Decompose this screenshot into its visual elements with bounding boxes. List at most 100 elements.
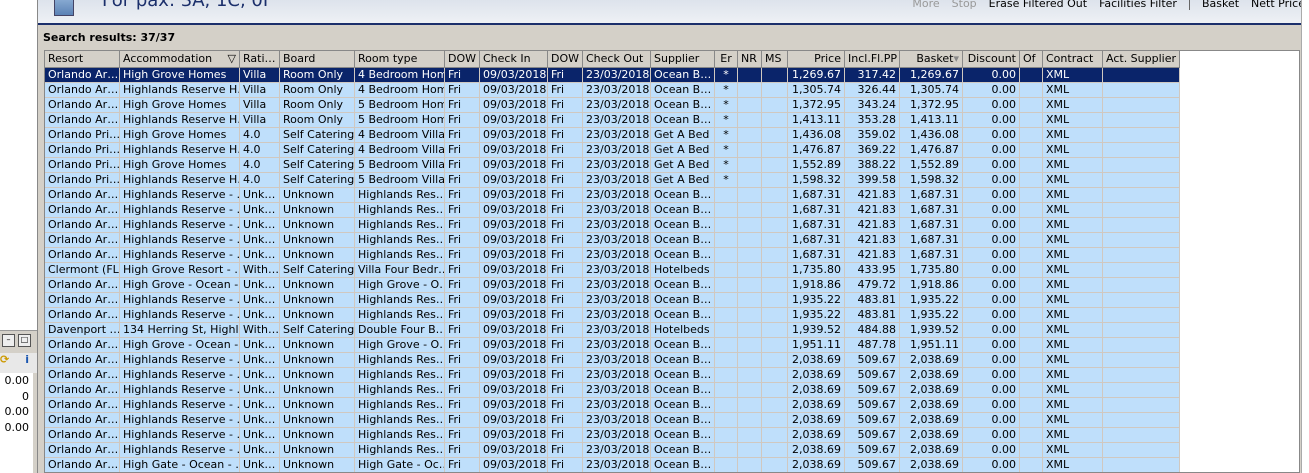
stop-button[interactable]: Stop	[952, 0, 977, 10]
table-row[interactable]: Orlando Ar… Highlands Reserve - … Unk… Unkn…	[45, 203, 1299, 218]
info-icon[interactable]: i	[25, 353, 29, 373]
table-row[interactable]: Orlando Ar… Highlands Reserve - … Unk… Unkn…	[45, 428, 1299, 443]
table-row[interactable]: Orlando Ar… High Grove Homes Villa Room Onl…	[45, 98, 1299, 113]
cell-room-type: Double Four B…	[355, 323, 445, 338]
table-row[interactable]: Orlando Ar… Highlands Reserve - … Unk… Unkn…	[45, 308, 1299, 323]
facilities-filter-button[interactable]: Facilities Filter	[1099, 0, 1177, 10]
minimize-button[interactable]: –	[2, 334, 15, 347]
cell-price: 2,038.69	[788, 353, 845, 368]
cell-check-out: 23/03/2018	[583, 353, 651, 368]
column-header-contract[interactable]: Contract	[1043, 51, 1103, 68]
cell-supplier: Ocean B…	[651, 293, 715, 308]
cell-nr	[738, 458, 762, 472]
table-row[interactable]: Orlando Ar… Highlands Reserve H… Villa Room…	[45, 83, 1299, 98]
refresh-icon[interactable]: ⟳	[0, 353, 9, 373]
table-row[interactable]: Orlando Ar… Highlands Reserve - … Unk… Unkn…	[45, 293, 1299, 308]
cell-price: 1,687.31	[788, 203, 845, 218]
cell-resort: Clermont (FL)	[45, 263, 120, 278]
column-header-resort[interactable]: Resort	[45, 51, 120, 68]
column-header-supplier[interactable]: Supplier	[651, 51, 715, 68]
filter-icon[interactable]: ▽	[228, 51, 236, 67]
column-header-act-supplier[interactable]: Act. Supplier	[1103, 51, 1180, 68]
column-header-of[interactable]: Of	[1020, 51, 1043, 68]
table-row[interactable]: Orlando Pri… High Grove Homes 4.0 Self Cate…	[45, 158, 1299, 173]
column-header-board[interactable]: Board	[280, 51, 355, 68]
table-row[interactable]: Orlando Ar… Highlands Reserve - … Unk… Unkn…	[45, 413, 1299, 428]
cell-supplier: Ocean B…	[651, 218, 715, 233]
cell-resort: Orlando Pri…	[45, 128, 120, 143]
table-row[interactable]: Orlando Pri… Highlands Reserve H… 4.0 Self …	[45, 173, 1299, 188]
table-row[interactable]: Orlando Ar… Highlands Reserve - … Unk… Unkn…	[45, 248, 1299, 263]
column-header-basket[interactable]: Basket▾	[900, 51, 963, 68]
toolbar-separator	[1188, 0, 1190, 10]
table-row[interactable]: Orlando Ar… High Grove - Ocean -… Unk… Unkn…	[45, 278, 1299, 293]
maximize-button[interactable]: □	[18, 334, 31, 347]
table-row[interactable]: Orlando Ar… Highlands Reserve - … Unk… Unkn…	[45, 218, 1299, 233]
table-row[interactable]: Orlando Ar… Highlands Reserve - … Unk… Unkn…	[45, 188, 1299, 203]
table-row[interactable]: Orlando Pri… High Grove Homes 4.0 Self Cate…	[45, 128, 1299, 143]
table-row[interactable]: Orlando Ar… Highlands Reserve - … Unk… Unkn…	[45, 398, 1299, 413]
column-header-room-type[interactable]: Room type	[355, 51, 445, 68]
cell-price: 1,598.32	[788, 173, 845, 188]
cell-act-supplier	[1103, 458, 1180, 472]
cell-check-out: 23/03/2018	[583, 293, 651, 308]
table-row[interactable]: Clermont (FL) High Grove Resort - … With… S…	[45, 263, 1299, 278]
cell-of	[1020, 353, 1043, 368]
cell-rating: Unk…	[240, 248, 280, 263]
cell-incl-fl-pp: 317.42	[845, 68, 900, 83]
column-header-accommodation[interactable]: Accommodation ▽	[120, 51, 240, 68]
cell-act-supplier	[1103, 68, 1180, 83]
more-button[interactable]: More	[912, 0, 939, 10]
cell-accommodation: High Grove Resort - …	[120, 263, 240, 278]
column-header-ms[interactable]: MS	[762, 51, 788, 68]
cell-supplier: Ocean B…	[651, 458, 715, 472]
table-row[interactable]: Orlando Ar… High Gate - Ocean - … Unk… Unkn…	[45, 458, 1299, 472]
cell-contract: XML	[1043, 218, 1103, 233]
cell-room-type: Highlands Res…	[355, 203, 445, 218]
column-header-er[interactable]: Er	[715, 51, 738, 68]
column-header-discount[interactable]: Discount	[963, 51, 1020, 68]
cell-er	[715, 398, 738, 413]
table-row[interactable]: Orlando Ar… Highlands Reserve - … Unk… Unkn…	[45, 353, 1299, 368]
column-header-dow-in[interactable]: DOW	[445, 51, 480, 68]
table-row[interactable]: Davenport … 134 Herring St, Highl… With… Se…	[45, 323, 1299, 338]
column-header-nr[interactable]: NR	[738, 51, 762, 68]
table-row[interactable]: Orlando Ar… Highlands Reserve - … Unk… Unkn…	[45, 443, 1299, 458]
cell-discount: 0.00	[963, 143, 1020, 158]
cell-dow-out: Fri	[548, 68, 583, 83]
cell-price: 1,436.08	[788, 128, 845, 143]
cell-resort: Orlando Ar…	[45, 383, 120, 398]
cell-check-in: 09/03/2018	[480, 458, 548, 472]
table-row[interactable]: Orlando Pri… Highlands Reserve H… 4.0 Self …	[45, 143, 1299, 158]
basket-button[interactable]: Basket	[1202, 0, 1239, 10]
nett-price-button[interactable]: Nett Price	[1251, 0, 1305, 10]
cell-of	[1020, 143, 1043, 158]
search-results-window: For pax: 3A, 1C, 0I More Stop Erase Filt…	[37, 0, 1309, 473]
column-header-incl-fl-pp[interactable]: Incl.Fl.PP	[845, 51, 900, 68]
table-row[interactable]: Orlando Ar… Highlands Reserve H… Villa Room…	[45, 113, 1299, 128]
vertical-scrollbar[interactable]	[1301, 0, 1309, 473]
cell-incl-fl-pp: 421.83	[845, 203, 900, 218]
cell-rating: Unk…	[240, 188, 280, 203]
table-row[interactable]: Orlando Ar… High Grove Homes Villa Room Onl…	[45, 68, 1299, 83]
table-row[interactable]: Orlando Ar… High Grove - Ocean -… Unk… Unkn…	[45, 338, 1299, 353]
cell-supplier: Get A Bed	[651, 143, 715, 158]
column-header-price[interactable]: Price	[788, 51, 845, 68]
cell-check-in: 09/03/2018	[480, 338, 548, 353]
column-header-label: Board	[283, 52, 316, 65]
cell-discount: 0.00	[963, 353, 1020, 368]
erase-filtered-out-button[interactable]: Erase Filtered Out	[989, 0, 1087, 10]
table-row[interactable]: Orlando Ar… Highlands Reserve - … Unk… Unkn…	[45, 383, 1299, 398]
table-row[interactable]: Orlando Ar… Highlands Reserve - … Unk… Unkn…	[45, 368, 1299, 383]
cell-contract: XML	[1043, 68, 1103, 83]
table-row[interactable]: Orlando Ar… Highlands Reserve - … Unk… Unkn…	[45, 233, 1299, 248]
cell-act-supplier	[1103, 203, 1180, 218]
cell-er: *	[715, 113, 738, 128]
column-header-check-in[interactable]: Check In	[480, 51, 548, 68]
column-header-rating[interactable]: Rati…	[240, 51, 280, 68]
cell-basket: 1,436.08	[900, 128, 963, 143]
cell-dow-out: Fri	[548, 323, 583, 338]
column-header-check-out[interactable]: Check Out	[583, 51, 651, 68]
column-header-dow-out[interactable]: DOW	[548, 51, 583, 68]
cell-discount: 0.00	[963, 338, 1020, 353]
